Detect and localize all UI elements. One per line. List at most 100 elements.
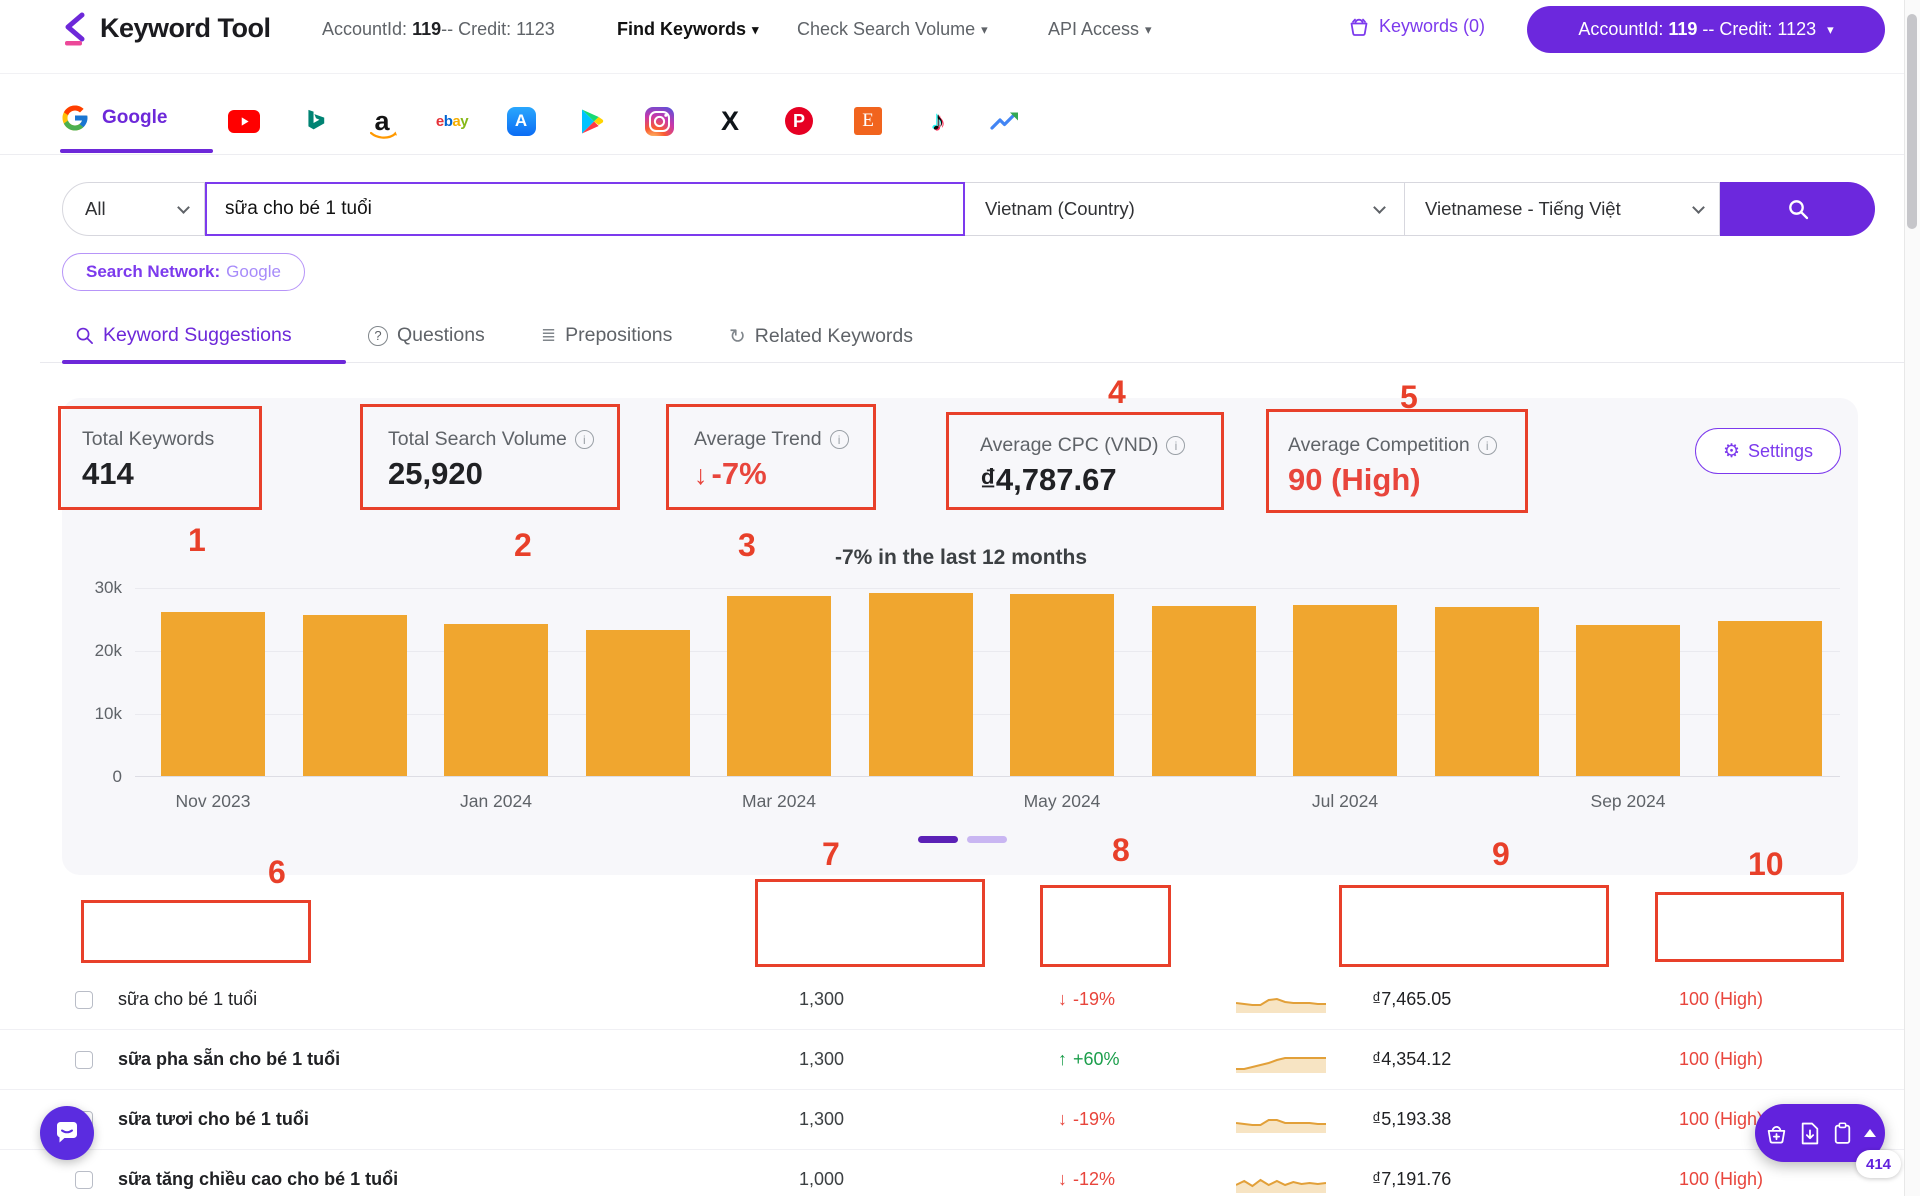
info-icon[interactable]: i: [1166, 436, 1186, 455]
settings-button[interactable]: ⚙ Settings: [1695, 428, 1841, 474]
question-icon: ?: [368, 325, 388, 346]
topbar-divider: [0, 73, 1904, 74]
cpc-cell: ₫4,354.12: [1372, 1049, 1452, 1069]
row-checkbox[interactable]: [75, 1051, 93, 1069]
keyword-cell[interactable]: sữa tăng chiều cao cho bé 1 tuổi: [118, 1169, 398, 1190]
app-title: Keyword Tool: [100, 13, 271, 43]
platform-tab-google-trends[interactable]: [989, 106, 1021, 136]
trend-arrow-icon: ↓: [1058, 1169, 1067, 1189]
trend-cell: ↓ -19%: [1058, 1109, 1116, 1129]
platform-tab-x[interactable]: X: [714, 106, 746, 136]
nav-api-access[interactable]: API Access ▾: [1048, 19, 1152, 40]
chart-bar-oct-2024: [1718, 621, 1822, 776]
ebay-icon: ebay: [435, 112, 469, 130]
y-axis-tick: 30k: [94, 578, 122, 597]
platform-tab-google[interactable]: Google: [60, 103, 167, 133]
carousel-dot-active[interactable]: [918, 836, 958, 843]
row-checkbox[interactable]: [75, 1171, 93, 1189]
account-credit-button[interactable]: AccountId: 119 -- Credit: 1123 ▾: [1527, 6, 1885, 53]
platform-tab-amazon[interactable]: a: [366, 106, 398, 139]
refresh-icon: ↻: [729, 326, 746, 348]
chart-bar-apr-2024: [869, 593, 973, 776]
chevron-down-icon: ▾: [981, 22, 988, 37]
info-icon[interactable]: i: [829, 430, 849, 449]
chart-plot: Nov 2023 Jan 2024 Mar 2024 May 2024 Jul 2024…: [135, 588, 1840, 811]
search-scope-select[interactable]: All: [62, 182, 205, 236]
tab-questions[interactable]: ? Questions: [368, 324, 485, 347]
google-icon: [62, 105, 88, 131]
row-checkbox[interactable]: [75, 991, 93, 1009]
chart-bar-jul-2024: [1293, 605, 1397, 776]
search-input[interactable]: [205, 182, 965, 236]
search-button[interactable]: [1720, 182, 1875, 236]
pinterest-icon: P: [785, 107, 813, 135]
platform-tab-youtube[interactable]: [228, 106, 260, 136]
tab-prepositions[interactable]: ≣ Prepositions: [541, 324, 672, 347]
country-select[interactable]: Vietnam (Country): [965, 182, 1405, 236]
table-body: sữa cho bé 1 tuổi 1,300 ↓ -19% ₫7,465.05 100 …: [0, 970, 1904, 1196]
stat-total-search-volume: Total Search Volume i 25,920: [388, 428, 594, 492]
keyword-cell[interactable]: sữa tươi cho bé 1 tuổi: [118, 1109, 309, 1130]
etsy-icon: E: [854, 107, 882, 135]
platform-tab-google-play[interactable]: [576, 106, 608, 136]
platform-tab-bing[interactable]: [298, 106, 330, 136]
chart-bar-aug-2024: [1435, 607, 1539, 776]
tiktok-icon: ♪: [931, 105, 945, 136]
chart-bar-jan-2024: [444, 624, 548, 776]
platform-tab-pinterest[interactable]: P: [783, 106, 815, 136]
chart-bar-sep-2024: [1576, 625, 1680, 776]
trend-sparkline: [1236, 1178, 1326, 1193]
chat-launcher-button[interactable]: [40, 1106, 94, 1160]
competition-cell: 100 (High): [1679, 1049, 1764, 1069]
platform-tab-google-label: Google: [102, 107, 168, 128]
chat-icon: [57, 1122, 77, 1143]
tab-keyword-suggestions[interactable]: Keyword Suggestions: [75, 324, 292, 347]
scrollbar-thumb[interactable]: [1907, 14, 1917, 229]
chevron-down-icon: ▾: [1827, 21, 1834, 37]
platform-tab-app-store[interactable]: A: [505, 106, 537, 136]
y-axis-tick: 0: [112, 767, 122, 786]
platform-tab-ebay[interactable]: ebay: [430, 106, 474, 136]
table-header: Keywordsi ↓ Search Volumei Trendi Averag…: [0, 895, 1904, 970]
keywords-basket-button[interactable]: Keywords (0): [1348, 15, 1485, 37]
table-row: sữa cho bé 1 tuổi 1,300 ↓ -19% ₫7,465.05 100 …: [0, 970, 1904, 1030]
competition-cell: 100 (High): [1679, 1109, 1764, 1129]
stat-average-cpc: Average CPC (VND) i ₫4,787.67: [980, 434, 1186, 498]
chart-title: -7% in the last 12 months: [834, 546, 1088, 569]
platform-row-divider: [0, 154, 1904, 155]
nav-check-search-volume[interactable]: Check Search Volume ▾: [797, 19, 988, 40]
x-axis-label: May 2024: [1023, 791, 1101, 811]
trend-arrow-icon: ↓: [1058, 1109, 1067, 1129]
keyword-cell[interactable]: sữa pha sẵn cho bé 1 tuổi: [118, 1049, 340, 1070]
gear-icon: ⚙: [1722, 440, 1740, 462]
search-volume-cell: 1,300: [798, 989, 844, 1009]
amazon-icon: a: [370, 108, 398, 139]
google-play-icon: [582, 109, 604, 133]
search-network-pill[interactable]: Search Network: Google: [62, 253, 305, 291]
keyword-cell[interactable]: sữa cho bé 1 tuổi: [118, 989, 257, 1010]
chart-bar-nov-2023: [161, 612, 265, 776]
tab-related-keywords[interactable]: ↻ Related Keywords: [729, 324, 913, 349]
chevron-down-icon: [177, 200, 190, 214]
info-icon[interactable]: i: [574, 430, 594, 449]
stat-average-trend: Average Trend i ↓ -7%: [694, 428, 849, 492]
language-select[interactable]: Vietnamese - Tiếng Việt: [1405, 182, 1720, 236]
trend-sparkline: [1236, 1057, 1326, 1073]
platform-tab-etsy[interactable]: E: [852, 106, 884, 136]
nav-find-keywords[interactable]: Find Keywords ▾: [617, 19, 759, 40]
stat-average-cpc-value: ₫4,787.67: [980, 462, 1117, 497]
chart-bar-may-2024: [1010, 594, 1114, 776]
x-axis-label: Jan 2024: [459, 791, 532, 811]
x-axis-label: Jul 2024: [1311, 791, 1379, 811]
competition-cell: 100 (High): [1679, 1169, 1764, 1189]
search-volume-cell: 1,000: [798, 1169, 844, 1189]
info-icon[interactable]: i: [1477, 436, 1497, 455]
chevron-down-icon: ▾: [752, 22, 759, 37]
platform-tab-tiktok[interactable]: ♪: [922, 106, 954, 136]
trend-cell: ↓ -12%: [1058, 1169, 1116, 1189]
cpc-cell: ₫7,465.05: [1372, 989, 1452, 1009]
cpc-cell: ₫7,191.76: [1372, 1169, 1452, 1189]
carousel-dot[interactable]: [967, 836, 1007, 843]
platform-tab-instagram[interactable]: [643, 106, 675, 136]
export-file-icon: [1801, 1122, 1818, 1144]
